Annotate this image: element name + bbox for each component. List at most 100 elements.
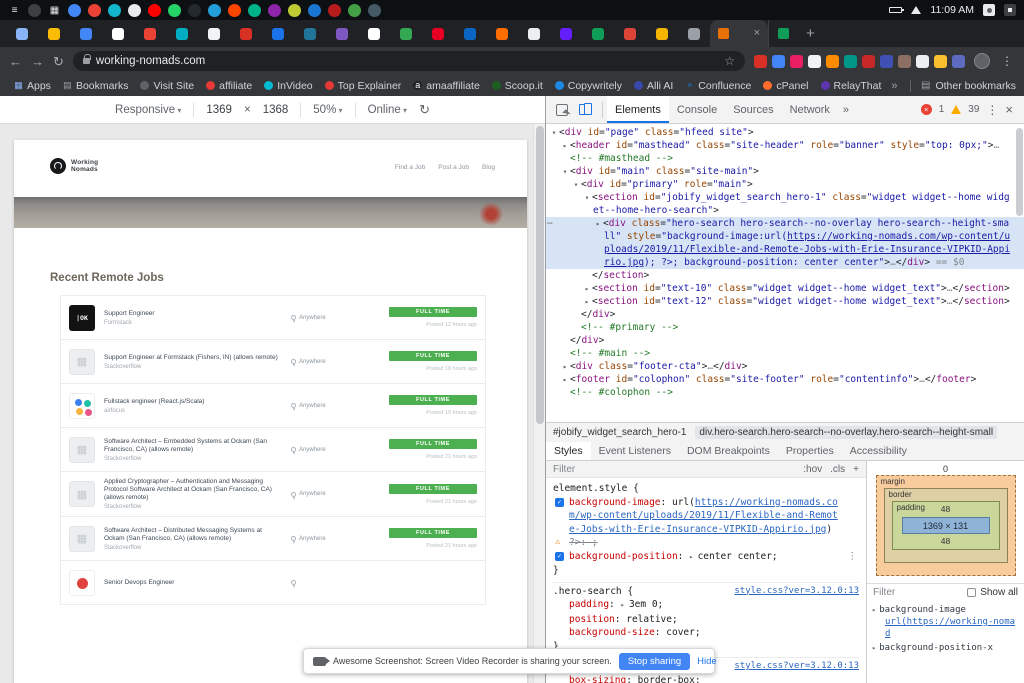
browser-menu-icon[interactable]: ⋮ (999, 54, 1015, 68)
notifications-icon[interactable] (1004, 4, 1016, 16)
css-selector[interactable]: .hero-search (553, 586, 622, 597)
new-tab-button[interactable]: + (806, 25, 815, 42)
pinned-tab[interactable] (262, 20, 294, 47)
sidebar-tab[interactable]: Event Listeners (591, 442, 679, 460)
job-title[interactable]: Fullstack engineer (React.js/Scala) (104, 398, 282, 406)
extension-icon[interactable] (772, 55, 785, 68)
bookmarks-overflow-icon[interactable]: » (887, 80, 901, 92)
bookmark-star-icon[interactable]: ☆ (724, 54, 735, 68)
sidebar-tab[interactable]: DOM Breakpoints (679, 442, 778, 460)
job-card[interactable]: Applied Cryptographer – Authentication a… (60, 471, 486, 517)
warning-badge-icon[interactable] (951, 105, 961, 114)
extension-icon[interactable] (826, 55, 839, 68)
pinned-tab[interactable] (390, 20, 422, 47)
css-property[interactable]: ✓background-position: ▸ center center;⋮ (569, 550, 859, 565)
pinned-tab[interactable] (454, 20, 486, 47)
scrollbar-thumb[interactable] (536, 126, 544, 424)
device-type-dropdown[interactable]: Responsive (115, 104, 181, 116)
lock-icon[interactable] (83, 58, 90, 64)
dom-tree-node[interactable]: <!-- #colophon --> (546, 386, 1024, 399)
back-button[interactable]: ← (9, 55, 22, 68)
job-title[interactable]: Software Architect – Embedded Systems at… (104, 438, 282, 454)
computed-property[interactable]: ▸background-position-x (872, 641, 1019, 655)
url-text[interactable]: working-nomads.com (96, 55, 205, 67)
sidebar-tab[interactable]: Styles (546, 442, 591, 460)
site-logo[interactable]: WorkingNomads (50, 158, 98, 174)
dom-tree-node[interactable]: ▸<header id="masthead" class="site-heade… (546, 139, 1024, 152)
css-property[interactable]: padding: ▸ 3em 0; (569, 598, 859, 613)
extension-icon[interactable] (862, 55, 875, 68)
app-icon[interactable]: ≡ (8, 4, 21, 17)
devtools-menu-icon[interactable]: ⋮ (986, 103, 998, 117)
inspect-element-icon[interactable] (556, 104, 568, 116)
dom-tree-node[interactable]: <!-- #masthead --> (546, 152, 1024, 165)
css-property[interactable]: position: relative; (569, 613, 859, 627)
stop-sharing-button[interactable]: Stop sharing (619, 653, 690, 670)
pinned-tab[interactable] (646, 20, 678, 47)
bookmark-item[interactable]: a amaaffiliate (407, 80, 486, 92)
bookmark-item[interactable]: InVideo (258, 80, 318, 92)
bookmark-item[interactable]: affiliate (200, 80, 258, 92)
extension-icon[interactable] (916, 55, 929, 68)
dom-tree-node[interactable]: </div> (546, 334, 1024, 347)
expand-arrow-icon[interactable]: ▸ (560, 360, 570, 373)
expand-arrow-icon[interactable]: ▸ (872, 644, 876, 652)
job-title[interactable]: Senior Devops Engineer (104, 579, 282, 587)
computed-property-value[interactable]: url(https://working-nomad (885, 616, 1019, 640)
hover-state-button[interactable]: :hov (803, 464, 822, 475)
pinned-tab[interactable] (326, 20, 358, 47)
app-icon[interactable] (248, 4, 261, 17)
zoom-dropdown[interactable]: 50% (313, 104, 342, 116)
tab-close-icon[interactable]: × (754, 28, 760, 39)
site-nav-link[interactable]: Blog (482, 164, 495, 171)
rotate-icon[interactable]: ↻ (419, 102, 430, 118)
pinned-tab[interactable] (198, 20, 230, 47)
job-card[interactable]: Support Engineer at Formstack (Fishers, … (60, 339, 486, 384)
sidebar-tab[interactable]: Properties (778, 442, 842, 460)
show-all-toggle[interactable]: Show all (967, 587, 1018, 598)
job-card[interactable]: Senior Devops Engineer (60, 560, 486, 605)
stylesheet-link[interactable]: style.css?ver=3.12.0:13 (734, 585, 859, 599)
devtools-tab[interactable]: Elements (607, 96, 669, 123)
css-property[interactable]: box-sizing: border-box; (569, 674, 859, 683)
expand-arrow-icon[interactable]: ▸ (560, 373, 570, 386)
dom-tree-node[interactable]: ▾<div id="primary" role="main"> (546, 178, 1024, 191)
app-icon[interactable] (208, 4, 221, 17)
devtools-close-icon[interactable]: × (1005, 102, 1013, 117)
user-icon[interactable] (983, 4, 995, 16)
breadcrumb-item[interactable]: div.hero-search.hero-search--no-overlay.… (695, 426, 997, 439)
dom-tree-node[interactable]: ▾<section id="jobify_widget_search_hero-… (546, 191, 1024, 217)
bookmark-item[interactable]: Visit Site (134, 80, 200, 92)
app-icon[interactable]: ▦ (48, 4, 61, 17)
throttling-dropdown[interactable]: Online (368, 104, 408, 116)
error-badge-icon[interactable]: × (921, 104, 932, 115)
breadcrumb-item[interactable]: #jobify_widget_search_hero-1 (553, 427, 686, 438)
pinned-tab[interactable] (166, 20, 198, 47)
pinned-tab[interactable] (518, 20, 550, 47)
extension-icon[interactable] (790, 55, 803, 68)
pinned-tab[interactable] (134, 20, 166, 47)
devtools-tab[interactable]: Console (669, 96, 725, 123)
site-nav-link[interactable]: Post a Job (438, 164, 469, 171)
css-property[interactable]: ✓background-image: url(https://working-n… (569, 496, 859, 537)
dom-tree-node[interactable]: ▸<section id="text-10" class="widget wid… (546, 282, 1024, 295)
dom-tree-node[interactable]: ▸<footer id="colophon" class="site-foote… (546, 373, 1024, 386)
app-icon[interactable] (108, 4, 121, 17)
show-all-checkbox[interactable] (967, 588, 976, 597)
dom-tree-node[interactable]: ⋯▸<div class="hero-search hero-search--n… (546, 217, 1024, 269)
viewport-height-input[interactable]: 1368 (263, 104, 289, 116)
job-title[interactable]: Software Architect – Distributed Messagi… (104, 527, 282, 543)
pinned-tab[interactable] (678, 20, 710, 47)
app-icon[interactable] (308, 4, 321, 17)
dom-tree-node[interactable]: ▸<section id="text-12" class="widget wid… (546, 295, 1024, 308)
bookmark-item[interactable]: RelayThat (815, 80, 888, 92)
job-title[interactable]: Applied Cryptographer – Authentication a… (104, 478, 282, 502)
property-checkbox[interactable]: ✓ (555, 552, 564, 561)
new-rule-button[interactable]: + (853, 464, 859, 475)
devtools-tab[interactable]: Network (782, 96, 838, 123)
bookmark-item[interactable]: × Confluence (679, 80, 757, 92)
pinned-tab[interactable] (614, 20, 646, 47)
bookmark-item[interactable]: ▤ Bookmarks (57, 80, 135, 92)
extension-icon[interactable] (754, 55, 767, 68)
expand-arrow-icon[interactable]: ▸ (593, 217, 603, 230)
